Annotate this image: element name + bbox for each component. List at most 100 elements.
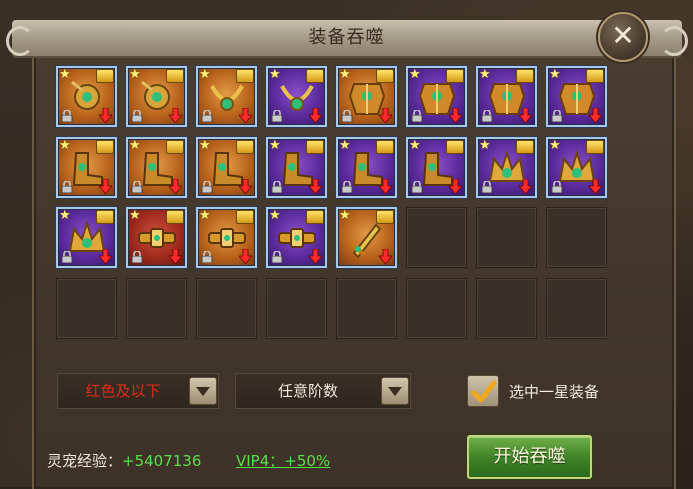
pet-exp-label: 灵宠经验： (47, 452, 123, 470)
page-title: 装备吞噬 (308, 27, 385, 48)
tier-filter-dropdown[interactable]: 任意阶数 (235, 373, 411, 409)
quality-badge-icon (376, 140, 394, 154)
empty-slot[interactable] (336, 278, 397, 339)
star-icon: ★ (129, 67, 141, 82)
quality-badge-icon (166, 69, 184, 83)
arrow-down-icon (309, 249, 322, 264)
equipment-slot[interactable]: ★ (546, 137, 607, 198)
empty-slot[interactable] (476, 278, 537, 339)
tier-filter-value: 任意阶数 (277, 382, 338, 400)
close-icon: ✕ (611, 19, 635, 52)
equipment-slot[interactable]: ★ (336, 207, 397, 268)
star-icon: ★ (129, 138, 141, 153)
lock-icon (201, 181, 213, 193)
quality-badge-icon (166, 140, 184, 154)
equipment-slot[interactable]: ★ (266, 66, 327, 127)
quality-badge-icon (166, 210, 184, 224)
equipment-slot[interactable]: ★ (196, 207, 257, 268)
equipment-slot[interactable]: ★ (476, 66, 537, 127)
equipment-slot[interactable]: ★ (336, 137, 397, 198)
equipment-slot[interactable]: ★ (126, 137, 187, 198)
star-icon: ★ (59, 208, 71, 223)
empty-slot[interactable] (126, 278, 187, 339)
lock-icon (131, 181, 143, 193)
arrow-down-icon (239, 179, 252, 194)
lock-icon (201, 110, 213, 122)
equipment-slot[interactable]: ★ (546, 66, 607, 127)
empty-slot[interactable] (546, 278, 607, 339)
lock-icon (481, 110, 493, 122)
quality-badge-icon (376, 210, 394, 224)
arrow-down-icon (169, 108, 182, 123)
chevron-down-icon (388, 387, 402, 396)
lock-icon (271, 110, 283, 122)
arrow-down-icon (379, 249, 392, 264)
one-star-checkbox-label: 选中一星装备 (509, 383, 600, 401)
lock-icon (61, 181, 73, 193)
lock-icon (551, 181, 563, 193)
arrow-down-icon (239, 108, 252, 123)
equipment-slot[interactable]: ★ (56, 207, 117, 268)
arrow-down-icon (99, 179, 112, 194)
lock-icon (411, 181, 423, 193)
star-icon: ★ (339, 208, 351, 223)
quality-badge-icon (96, 140, 114, 154)
equipment-slot[interactable]: ★ (126, 66, 187, 127)
star-icon: ★ (129, 208, 141, 223)
lock-icon (61, 110, 73, 122)
empty-slot[interactable] (56, 278, 117, 339)
star-icon: ★ (199, 208, 211, 223)
quality-badge-icon (236, 140, 254, 154)
vip-bonus-link[interactable]: VIP4：+50% (236, 450, 330, 471)
arrow-down-icon (379, 108, 392, 123)
empty-slot[interactable] (266, 278, 327, 339)
equipment-slot[interactable]: ★ (196, 66, 257, 127)
empty-slot[interactable] (406, 207, 467, 268)
arrow-down-icon (519, 179, 532, 194)
lock-icon (131, 110, 143, 122)
quality-filter-value: 红色及以下 (85, 382, 161, 400)
empty-slot[interactable] (476, 207, 537, 268)
star-icon: ★ (549, 67, 561, 82)
star-icon: ★ (479, 67, 491, 82)
equipment-slot[interactable]: ★ (406, 137, 467, 198)
equipment-slot[interactable]: ★ (266, 207, 327, 268)
arrow-down-icon (169, 179, 182, 194)
equipment-slot[interactable]: ★ (266, 137, 327, 198)
arrow-down-icon (309, 179, 322, 194)
close-button[interactable]: ✕ (598, 12, 648, 62)
pet-exp-value: +5407136 (122, 452, 202, 470)
arrow-down-icon (589, 108, 602, 123)
start-devour-button[interactable]: 开始吞噬 (467, 435, 592, 479)
empty-slot[interactable] (196, 278, 257, 339)
quality-badge-icon (236, 210, 254, 224)
quality-filter-dropdown[interactable]: 红色及以下 (57, 373, 219, 409)
star-icon: ★ (59, 138, 71, 153)
quality-badge-icon (586, 69, 604, 83)
equipment-slot[interactable]: ★ (336, 66, 397, 127)
empty-slot[interactable] (546, 207, 607, 268)
star-icon: ★ (409, 138, 421, 153)
equipment-slot[interactable]: ★ (126, 207, 187, 268)
tier-filter-toggle[interactable] (381, 377, 409, 405)
lock-icon (271, 181, 283, 193)
arrow-down-icon (449, 108, 462, 123)
equipment-slot[interactable]: ★ (476, 137, 537, 198)
empty-slot[interactable] (406, 278, 467, 339)
lock-icon (271, 251, 283, 263)
quality-filter-toggle[interactable] (189, 377, 217, 405)
quality-badge-icon (306, 210, 324, 224)
equipment-slot[interactable]: ★ (56, 137, 117, 198)
lock-icon (341, 181, 353, 193)
quality-badge-icon (306, 140, 324, 154)
arrow-down-icon (379, 179, 392, 194)
equipment-slot[interactable]: ★ (196, 137, 257, 198)
one-star-checkbox[interactable] (467, 375, 499, 407)
lock-icon (551, 110, 563, 122)
lock-icon (411, 110, 423, 122)
arrow-down-icon (589, 179, 602, 194)
star-icon: ★ (339, 67, 351, 82)
equipment-slot[interactable]: ★ (56, 66, 117, 127)
arrow-down-icon (169, 249, 182, 264)
equipment-slot[interactable]: ★ (406, 66, 467, 127)
